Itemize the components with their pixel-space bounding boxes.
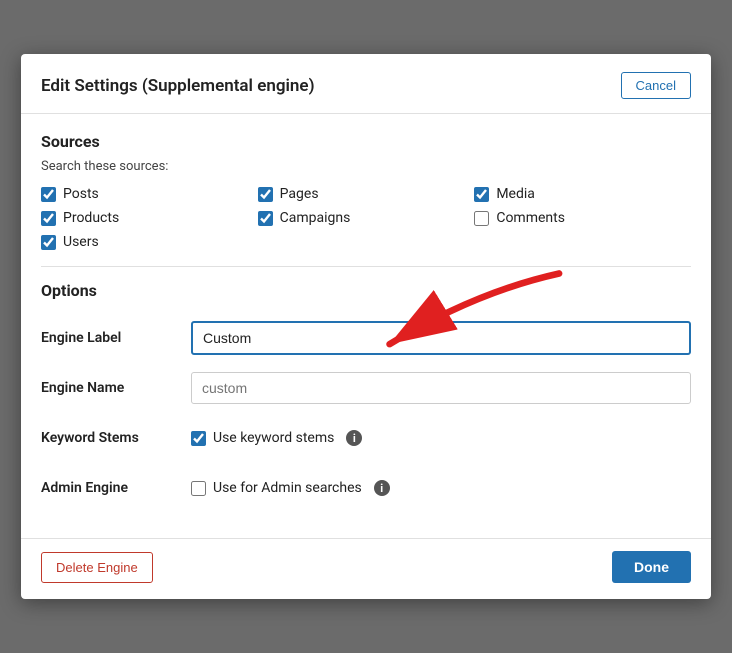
admin-engine-row: Admin Engine Use for Admin searches i (41, 470, 691, 506)
modal-title: Edit Settings (Supplemental engine) (41, 76, 315, 96)
source-media[interactable]: Media (474, 186, 691, 202)
modal-header: Edit Settings (Supplemental engine) Canc… (21, 54, 711, 114)
sources-subtitle: Search these sources: (41, 159, 691, 174)
source-posts-label: Posts (63, 186, 99, 202)
options-section: Options Engine Label (41, 281, 691, 506)
keyword-stems-checkbox[interactable] (191, 431, 206, 446)
modal-footer: Delete Engine Done (21, 538, 711, 599)
sources-section: Sources Search these sources: Posts Page… (41, 132, 691, 250)
admin-engine-checkbox-label: Use for Admin searches (213, 480, 362, 496)
source-users-label: Users (63, 234, 99, 250)
source-pages[interactable]: Pages (258, 186, 475, 202)
engine-label-input[interactable] (191, 321, 691, 355)
source-users[interactable]: Users (41, 234, 258, 250)
checkbox-media[interactable] (474, 187, 489, 202)
source-media-label: Media (496, 186, 535, 202)
engine-name-input[interactable] (191, 372, 691, 404)
source-comments-label: Comments (496, 210, 565, 226)
checkbox-campaigns[interactable] (258, 211, 273, 226)
checkbox-posts[interactable] (41, 187, 56, 202)
source-campaigns-label: Campaigns (280, 210, 351, 226)
modal-overlay: Edit Settings (Supplemental engine) Canc… (0, 0, 732, 653)
checkbox-comments[interactable] (474, 211, 489, 226)
admin-engine-info-icon[interactable]: i (374, 480, 390, 496)
admin-engine-label: Admin Engine (41, 480, 191, 496)
source-pages-label: Pages (280, 186, 319, 202)
checkbox-users[interactable] (41, 235, 56, 250)
keyword-stems-checkbox-label: Use keyword stems (213, 430, 334, 446)
source-comments[interactable]: Comments (474, 210, 691, 226)
engine-name-label: Engine Name (41, 380, 191, 396)
keyword-stems-checkbox-container[interactable]: Use keyword stems i (191, 430, 362, 446)
engine-label-container: Engine Label (41, 320, 691, 356)
admin-engine-checkbox-container[interactable]: Use for Admin searches i (191, 480, 390, 496)
source-products-label: Products (63, 210, 119, 226)
checkbox-products[interactable] (41, 211, 56, 226)
section-divider (41, 266, 691, 267)
cancel-button[interactable]: Cancel (621, 72, 691, 99)
admin-engine-checkbox[interactable] (191, 481, 206, 496)
sources-title: Sources (41, 132, 691, 151)
done-button[interactable]: Done (612, 551, 691, 583)
keyword-stems-label: Keyword Stems (41, 430, 191, 446)
modal-dialog: Edit Settings (Supplemental engine) Canc… (21, 54, 711, 599)
modal-body: Sources Search these sources: Posts Page… (21, 114, 711, 538)
keyword-stems-info-icon[interactable]: i (346, 430, 362, 446)
options-title: Options (41, 281, 691, 300)
engine-label-row: Engine Label (41, 320, 691, 356)
checkbox-pages[interactable] (258, 187, 273, 202)
source-posts[interactable]: Posts (41, 186, 258, 202)
engine-label-label: Engine Label (41, 330, 191, 346)
delete-engine-button[interactable]: Delete Engine (41, 552, 153, 583)
engine-name-row: Engine Name (41, 370, 691, 406)
source-campaigns[interactable]: Campaigns (258, 210, 475, 226)
source-products[interactable]: Products (41, 210, 258, 226)
sources-grid: Posts Pages Media Products (41, 186, 691, 250)
keyword-stems-row: Keyword Stems Use keyword stems i (41, 420, 691, 456)
